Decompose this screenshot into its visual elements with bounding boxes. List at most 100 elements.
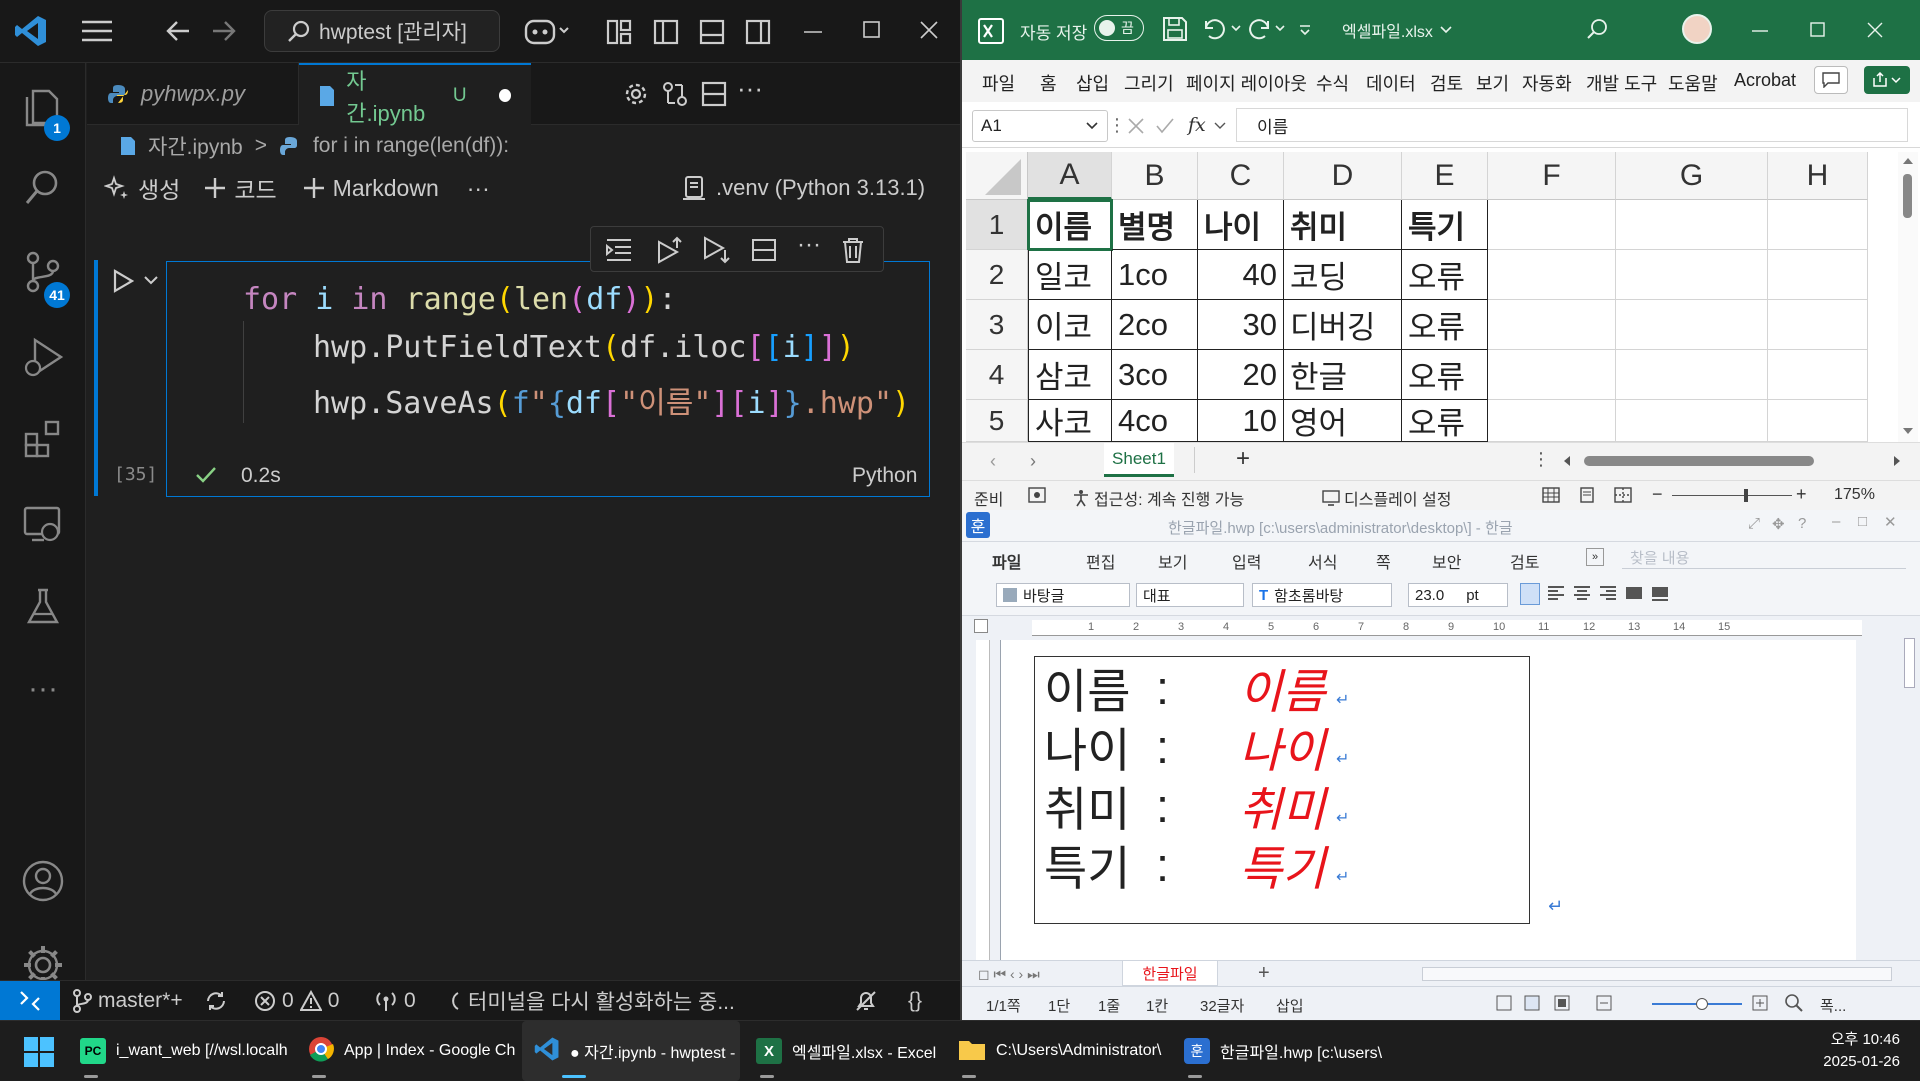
row-header-5[interactable]: 5 (966, 400, 1028, 442)
source-control-icon[interactable]: 41 (0, 236, 86, 308)
cell-h4[interactable] (1768, 350, 1868, 400)
close-icon[interactable] (1867, 22, 1883, 38)
menu-review[interactable]: 검토 (1510, 549, 1539, 573)
minimize-icon[interactable] (1752, 29, 1768, 33)
cell-a3[interactable]: 이코 (1028, 300, 1112, 350)
row-header-3[interactable]: 3 (966, 300, 1028, 350)
ribbon-tab-acrobat[interactable]: Acrobat (1734, 70, 1796, 91)
add-sheet-icon[interactable]: + (1236, 445, 1250, 473)
maximize-icon[interactable] (863, 21, 881, 39)
cell-h1[interactable] (1768, 200, 1868, 250)
cell-f2[interactable] (1488, 250, 1616, 300)
menu-page[interactable]: 쪽 (1376, 549, 1391, 573)
split-cell-icon[interactable] (751, 238, 777, 262)
problems-indicator[interactable]: 0 0 (254, 981, 339, 1020)
compare-changes-icon[interactable] (661, 80, 689, 108)
redo-icon[interactable] (1248, 18, 1288, 40)
column-header-c[interactable]: C (1198, 152, 1284, 200)
column-header-e[interactable]: E (1402, 152, 1488, 200)
fit-width-icon[interactable] (1524, 995, 1540, 1011)
cell-e4[interactable]: 오류 (1402, 350, 1488, 400)
document-page[interactable]: 이름: 이름 ↵ 나이: 나이 ↵ 취미: 취미 ↵ 특기: 특기 ↵ ↵ (1000, 640, 1856, 960)
ruler-corner-icon[interactable] (974, 619, 988, 633)
breadcrumb-symbol[interactable]: for i in range(len(df)): (313, 134, 509, 158)
horizontal-scrollbar[interactable] (1562, 453, 1902, 469)
toggle-panel-icon[interactable] (699, 19, 725, 45)
cell-c1[interactable]: 나이 (1198, 200, 1284, 250)
cell-d5[interactable]: 영어 (1284, 400, 1402, 442)
cell-language[interactable]: Python (852, 464, 917, 488)
maximize-icon[interactable] (1810, 22, 1826, 38)
cell-g4[interactable] (1616, 350, 1768, 400)
sync-icon[interactable] (204, 981, 228, 1020)
cell-editor[interactable]: for i in range(len(df)): hwp.PutFieldTex… (168, 262, 928, 432)
windows-start-icon[interactable] (24, 1037, 54, 1072)
menu-view[interactable]: 보기 (1158, 549, 1187, 573)
insert-function-icon[interactable]: fx (1188, 114, 1206, 136)
customize-qat-icon[interactable] (1298, 24, 1312, 36)
unsaved-dot-icon[interactable] (498, 89, 512, 102)
hwp-horizontal-scrollbar[interactable] (1422, 967, 1892, 981)
cancel-entry-icon[interactable] (1128, 118, 1144, 134)
fit-page-icon[interactable] (1554, 995, 1570, 1011)
cell-b3[interactable]: 2co (1112, 300, 1198, 350)
cell-b5[interactable]: 4co (1112, 400, 1198, 442)
ribbon-tab-formulas[interactable]: 수식 (1316, 70, 1349, 96)
ports-indicator[interactable]: 0 (374, 981, 416, 1020)
page-layout-view-icon[interactable] (1578, 487, 1596, 503)
run-cell-icon[interactable] (112, 269, 134, 293)
align-center-icon[interactable] (1572, 583, 1592, 605)
tab-pyhwpx[interactable]: pyhwpx.py (87, 63, 299, 125)
font-select[interactable]: T 함초롬바탕 (1252, 583, 1392, 607)
execute-above-icon[interactable] (653, 236, 683, 264)
user-avatar[interactable] (1682, 14, 1712, 44)
zoom-slider[interactable] (1672, 489, 1792, 502)
cell-c2[interactable]: 40 (1198, 250, 1284, 300)
extensions-icon[interactable] (0, 403, 86, 475)
column-header-g[interactable]: G (1616, 152, 1768, 200)
cell-c5[interactable]: 10 (1198, 400, 1284, 442)
file-name-dropdown[interactable]: 엑셀파일.xlsx (1342, 18, 1453, 42)
zoom-out-icon[interactable]: − (1652, 484, 1663, 505)
run-options-chevron-icon[interactable] (143, 274, 159, 286)
cell-h5[interactable] (1768, 400, 1868, 442)
distribute-icon[interactable] (1624, 583, 1644, 605)
ribbon-tab-help[interactable]: 도움말 (1668, 70, 1718, 96)
toggle-sidebar-icon[interactable] (653, 19, 679, 45)
kernel-picker[interactable]: .venv (Python 3.13.1) (682, 168, 925, 208)
cell-a5[interactable]: 사코 (1028, 400, 1112, 442)
command-search-box[interactable]: hwptest [관리자] (264, 10, 500, 52)
ribbon-tab-data[interactable]: 데이터 (1366, 70, 1416, 96)
execute-below-icon[interactable] (701, 236, 731, 264)
remote-indicator[interactable] (0, 981, 60, 1020)
normal-view-icon[interactable] (1496, 995, 1512, 1011)
cell-c3[interactable]: 30 (1198, 300, 1284, 350)
cell-g1[interactable] (1616, 200, 1768, 250)
ribbon-tab-view[interactable]: 보기 (1476, 70, 1509, 96)
taskbar-item-vscode[interactable]: ● 자간.ipynb - hwptest - (522, 1021, 740, 1081)
zoom-out-box-icon[interactable] (1596, 995, 1612, 1011)
zoom-in-icon[interactable]: + (1796, 484, 1807, 505)
search-icon[interactable] (1586, 18, 1608, 40)
delete-cell-trash-icon[interactable] (841, 236, 865, 264)
row-header-4[interactable]: 4 (966, 350, 1028, 400)
autosave-toggle[interactable]: 끔 (1094, 15, 1144, 41)
forward-arrow-icon[interactable] (211, 18, 237, 44)
save-icon[interactable] (1162, 16, 1188, 42)
split-distribute-icon[interactable] (1650, 583, 1670, 605)
doc-tab-hangulfile[interactable]: 한글파일 (1122, 961, 1218, 986)
more-actions-icon[interactable]: ··· (737, 73, 763, 104)
cell-a1[interactable]: 이름 (1027, 199, 1113, 251)
tab-split-grip-icon[interactable]: ⋮ (1532, 449, 1550, 470)
help-icon[interactable]: ? (1798, 515, 1806, 532)
tab-jagan-notebook[interactable]: 자간.ipynb U (299, 63, 531, 126)
ribbon-tab-page-layout[interactable]: 페이지 레이아웃 (1186, 70, 1307, 96)
back-arrow-icon[interactable] (165, 18, 191, 44)
cell-b1[interactable]: 별명 (1112, 200, 1198, 250)
row-header-1[interactable]: 1 (966, 200, 1028, 250)
kernel-settings-gear-icon[interactable] (623, 81, 649, 107)
cell-b4[interactable]: 3co (1112, 350, 1198, 400)
cell-h3[interactable] (1768, 300, 1868, 350)
language-mode-braces[interactable]: {} (908, 981, 922, 1020)
next-sheet-icon[interactable]: › (1030, 451, 1036, 472)
